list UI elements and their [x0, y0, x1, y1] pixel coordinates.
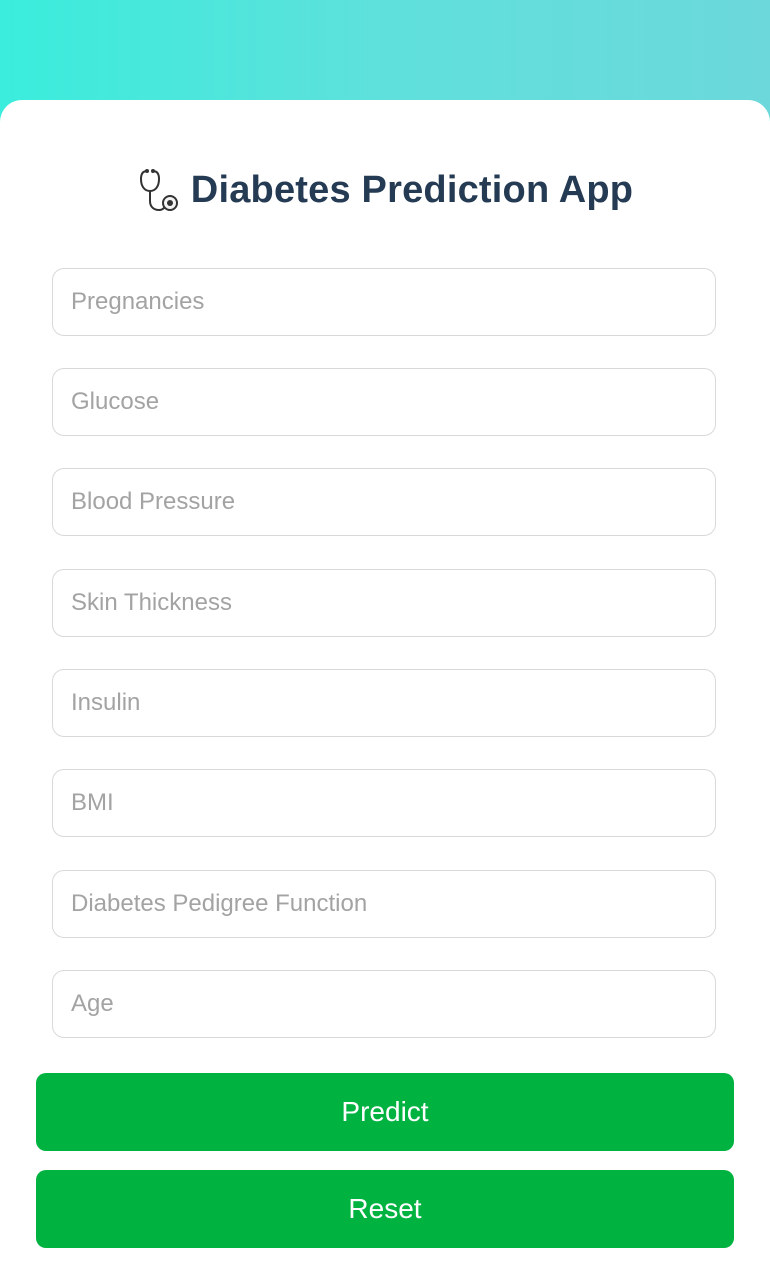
age-input[interactable] [52, 970, 716, 1038]
app-title: Diabetes Prediction App [190, 168, 634, 211]
reset-button[interactable]: Reset [36, 1170, 734, 1248]
glucose-input[interactable] [52, 368, 716, 436]
pregnancies-input[interactable] [52, 268, 716, 336]
insulin-input[interactable] [52, 669, 716, 737]
predict-button[interactable]: Predict [36, 1073, 734, 1151]
blood-pressure-input[interactable] [52, 468, 716, 536]
form-card: Diabetes Prediction App Predict Reset [0, 100, 770, 1280]
diabetes-pedigree-function-input[interactable] [52, 870, 716, 938]
stethoscope-icon [137, 167, 181, 213]
skin-thickness-input[interactable] [52, 569, 716, 637]
page-title: Diabetes Prediction App [0, 162, 770, 218]
bmi-input[interactable] [52, 769, 716, 837]
